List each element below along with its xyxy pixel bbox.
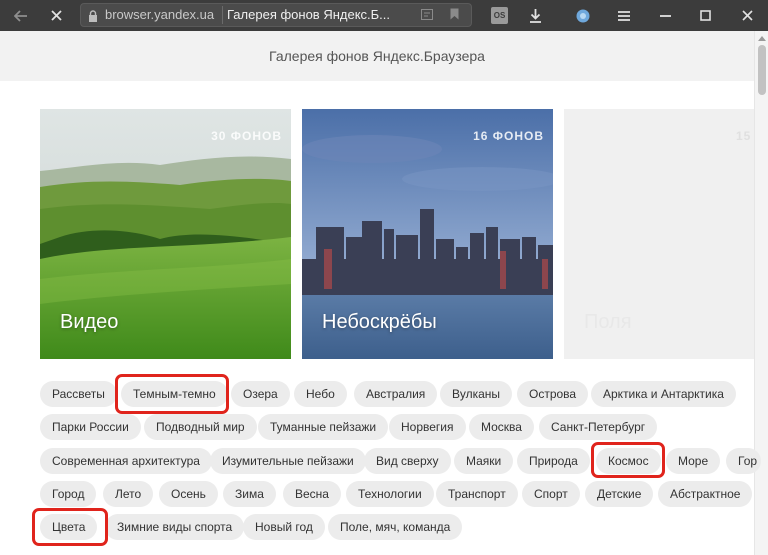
tag-chip[interactable]: Рассветы [40, 381, 117, 407]
highlight-box [32, 508, 108, 546]
tag-chip[interactable]: Острова [517, 381, 589, 407]
tag-chip[interactable]: Москва [469, 414, 534, 440]
tag-chip[interactable]: Технологии [346, 481, 434, 507]
reader-mode-icon[interactable] [419, 0, 435, 28]
alice-assistant-icon[interactable] [572, 0, 594, 31]
card-label: Видео [60, 311, 119, 333]
tag-chip[interactable]: Спорт [522, 481, 580, 507]
minimize-icon[interactable] [654, 0, 676, 31]
tab-title: Галерея фонов Яндекс.Б... [227, 7, 391, 22]
tag-chip[interactable]: Австралия [354, 381, 438, 407]
bookmark-icon[interactable] [447, 0, 461, 28]
tag-chip[interactable]: Маяки [454, 448, 514, 474]
tag-chip[interactable]: Зимние виды спорта [105, 514, 245, 540]
card-count: 15 [736, 129, 752, 143]
tag-chip[interactable]: Абстрактное [658, 481, 753, 507]
back-arrow-icon[interactable] [10, 0, 32, 31]
highlight-box [591, 442, 665, 478]
address-bar[interactable]: browser.yandex.ua Галерея фонов Яндекс.Б… [80, 3, 472, 27]
tag-chip[interactable]: Вулканы [440, 381, 513, 407]
tag-chip[interactable]: Норвегия [389, 414, 466, 440]
tag-chip[interactable]: Новый год [243, 514, 325, 540]
gallery-card-video[interactable]: 30 ФОНОВ Видео [40, 109, 291, 359]
card-count: 30 ФОНОВ [211, 129, 282, 143]
tag-chip[interactable]: Зима [223, 481, 276, 507]
tag-chip[interactable]: Озера [231, 381, 290, 407]
gallery-card-skyscrapers[interactable]: 16 ФОНОВ Небоскрёбы [302, 109, 553, 359]
tag-chip[interactable]: Вид сверху [364, 448, 451, 474]
tag-chip[interactable]: Природа [517, 448, 590, 474]
card-label: Небоскрёбы [322, 311, 437, 333]
browser-toolbar: browser.yandex.ua Галерея фонов Яндекс.Б… [0, 0, 768, 31]
extension-badge-icon[interactable]: OS [491, 7, 508, 24]
close-window-icon[interactable] [736, 0, 758, 31]
card-count: 16 ФОНОВ [473, 129, 544, 143]
tag-chip[interactable]: Море [666, 448, 721, 474]
tag-chip[interactable]: Небо [294, 381, 347, 407]
tag-chip[interactable]: Поле, мяч, команда [328, 514, 463, 540]
tag-chip[interactable]: Подводный мир [144, 414, 257, 440]
tag-chip[interactable]: Детские [585, 481, 654, 507]
tag-chip[interactable]: Санкт-Петербург [539, 414, 658, 440]
stop-loading-icon[interactable] [45, 0, 67, 31]
tag-chip[interactable]: Транспорт [436, 481, 518, 507]
scroll-up-arrow-icon[interactable] [758, 36, 766, 41]
lock-icon [88, 9, 98, 22]
page-title: Галерея фонов Яндекс.Браузера [269, 48, 485, 64]
tag-chip[interactable]: Лето [103, 481, 154, 507]
tag-chip[interactable]: Арктика и Антарктика [591, 381, 736, 407]
tag-chip[interactable]: Парки России [40, 414, 141, 440]
tag-chip[interactable]: Современная архитектура [40, 448, 212, 474]
gallery-card-fields[interactable]: 15 Поля [564, 109, 754, 359]
menu-icon[interactable] [613, 0, 635, 31]
tag-chip[interactable]: Изумительные пейзажи [210, 448, 366, 474]
tag-chip[interactable]: Город [40, 481, 97, 507]
tag-chip[interactable]: Гор [726, 448, 762, 474]
page-header: Галерея фонов Яндекс.Браузера [0, 31, 754, 81]
tag-chip[interactable]: Туманные пейзажи [258, 414, 389, 440]
download-icon[interactable] [524, 0, 546, 31]
tag-chip[interactable]: Осень [159, 481, 218, 507]
url-host: browser.yandex.ua [105, 7, 215, 22]
address-separator [222, 6, 223, 24]
scroll-thumb[interactable] [758, 45, 766, 95]
card-label: Поля [584, 311, 632, 333]
highlight-box [115, 374, 229, 414]
vertical-scrollbar[interactable] [754, 31, 768, 555]
maximize-icon[interactable] [694, 0, 716, 31]
tag-chip[interactable]: Весна [283, 481, 341, 507]
